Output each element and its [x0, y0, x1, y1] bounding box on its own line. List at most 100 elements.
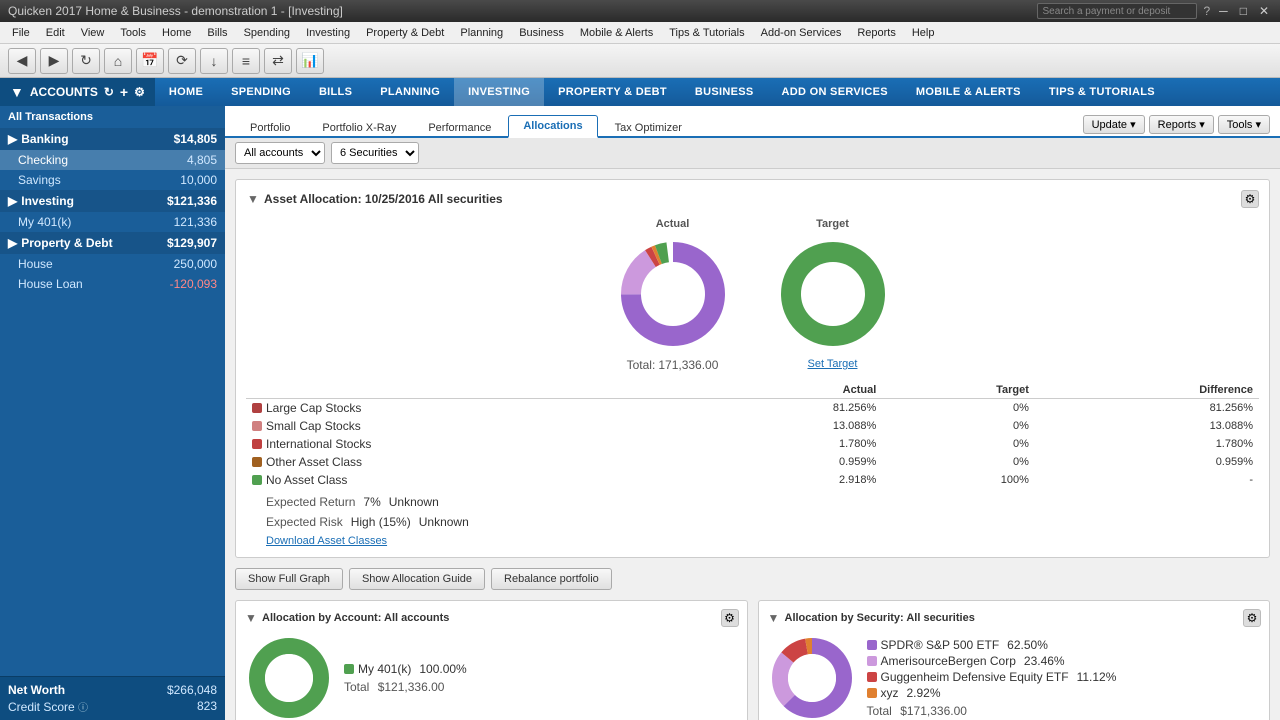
menu-tools[interactable]: Tools [112, 22, 154, 44]
tab-portfolio-xray[interactable]: Portfolio X-Ray [307, 117, 411, 138]
nav-accounts-add[interactable]: + [120, 84, 128, 100]
nav-home[interactable]: HOME [155, 78, 217, 106]
menu-tips[interactable]: Tips & Tutorials [661, 22, 752, 44]
sidebar-item-house-loan[interactable]: House Loan -120,093 [0, 274, 225, 294]
sidebar-item-401k[interactable]: My 401(k) 121,336 [0, 212, 225, 232]
main-layout: All Transactions ▶ Banking $14,805 Check… [0, 106, 1280, 720]
nav-planning[interactable]: PLANNING [366, 78, 454, 106]
home-button[interactable]: ⌂ [104, 48, 132, 74]
target-label: Target [816, 218, 849, 230]
show-allocation-guide-button[interactable]: Show Allocation Guide [349, 568, 485, 590]
menu-business[interactable]: Business [511, 22, 572, 44]
tools-button[interactable]: Tools ▾ [1218, 115, 1270, 134]
nav-accounts-gear[interactable]: ⚙ [134, 85, 145, 99]
menu-mobile-alerts[interactable]: Mobile & Alerts [572, 22, 661, 44]
account-filter-select[interactable]: All accounts [235, 142, 325, 164]
titlebar: Quicken 2017 Home & Business - demonstra… [0, 0, 1280, 22]
nav-spending[interactable]: SPENDING [217, 78, 305, 106]
calendar-button[interactable]: 📅 [136, 48, 164, 74]
section-title: Asset Allocation: 10/25/2016 All securit… [264, 192, 503, 206]
account-panel-gear[interactable]: ⚙ [721, 609, 739, 627]
menu-bills[interactable]: Bills [199, 22, 235, 44]
nav-tips[interactable]: TIPS & TUTORIALS [1035, 78, 1169, 106]
download-button[interactable]: ↓ [200, 48, 228, 74]
content-scroll[interactable]: ▼ Asset Allocation: 10/25/2016 All secur… [225, 169, 1280, 720]
investing-label: Investing [21, 194, 74, 208]
nav-bills[interactable]: BILLS [305, 78, 366, 106]
report-button[interactable]: 📊 [296, 48, 324, 74]
security-panel-collapse[interactable]: ▼ [767, 611, 781, 625]
nav-investing[interactable]: INVESTING [454, 78, 544, 106]
show-full-graph-button[interactable]: Show Full Graph [235, 568, 343, 590]
nav-property-debt[interactable]: PROPERTY & DEBT [544, 78, 681, 106]
row-name-cell: No Asset Class [246, 471, 694, 489]
account-panel-collapse[interactable]: ▼ [244, 611, 258, 625]
section-gear-icon[interactable]: ⚙ [1241, 190, 1259, 208]
asset-allocation-section: ▼ Asset Allocation: 10/25/2016 All secur… [235, 179, 1270, 558]
back-button[interactable]: ◀ [8, 48, 36, 74]
xyz-pct: 2.92% [907, 686, 941, 700]
401k-label: My 401(k) [18, 215, 71, 229]
credit-score-info-icon[interactable]: ⓘ [78, 703, 88, 714]
nav-mobile-alerts[interactable]: MOBILE & ALERTS [902, 78, 1035, 106]
credit-score-row: Credit Score ⓘ 823 [8, 698, 217, 715]
security-panel-gear[interactable]: ⚙ [1243, 609, 1261, 627]
sync-button[interactable]: ⟳ [168, 48, 196, 74]
titlebar-search[interactable]: Search a payment or deposit [1042, 6, 1170, 17]
sidebar-group-property-debt[interactable]: ▶ Property & Debt $129,907 [0, 232, 225, 254]
row-diff: 0.959% [1035, 453, 1259, 471]
sub-nav-right: Update ▾ Reports ▾ Tools ▾ [1083, 115, 1270, 134]
update-button[interactable]: Update ▾ [1083, 115, 1145, 134]
nav-accounts-label: ACCOUNTS [30, 85, 98, 99]
credit-score-label: Credit Score ⓘ [8, 699, 88, 714]
allocation-table: Actual Target Difference Large Cap Stock… [246, 382, 1259, 489]
sidebar-group-investing[interactable]: ▶ Investing $121,336 [0, 190, 225, 212]
sidebar-item-checking[interactable]: Checking 4,805 [0, 150, 225, 170]
actual-donut [613, 234, 733, 354]
row-actual: 81.256% [694, 399, 883, 418]
menu-investing[interactable]: Investing [298, 22, 358, 44]
menu-addon[interactable]: Add-on Services [753, 22, 850, 44]
house-loan-label: House Loan [18, 277, 83, 291]
nav-accounts-refresh[interactable]: ↻ [104, 85, 114, 99]
set-target-link[interactable]: Set Target [808, 358, 858, 370]
row-diff: 1.780% [1035, 435, 1259, 453]
maximize-button[interactable]: □ [1237, 4, 1250, 18]
menu-spending[interactable]: Spending [236, 22, 299, 44]
reports-button[interactable]: Reports ▾ [1149, 115, 1214, 134]
menu-property-debt[interactable]: Property & Debt [358, 22, 452, 44]
close-button[interactable]: ✕ [1256, 4, 1272, 18]
sidebar-group-banking[interactable]: ▶ Banking $14,805 [0, 128, 225, 150]
sidebar-footer: Net Worth $266,048 Credit Score ⓘ 823 [0, 676, 225, 720]
tab-tax-optimizer[interactable]: Tax Optimizer [600, 117, 697, 138]
forward-button[interactable]: ▶ [40, 48, 68, 74]
sidebar-item-savings[interactable]: Savings 10,000 [0, 170, 225, 190]
tab-performance[interactable]: Performance [413, 117, 506, 138]
transfer-button[interactable]: ⇄ [264, 48, 292, 74]
sidebar-all-transactions[interactable]: All Transactions [0, 106, 225, 128]
amerisource-label: AmerisourceBergen Corp [881, 654, 1016, 668]
section-collapse-icon[interactable]: ▼ [246, 192, 260, 206]
menu-help[interactable]: Help [904, 22, 943, 44]
nav-business[interactable]: BUSINESS [681, 78, 768, 106]
nav-addon-services[interactable]: ADD ON SERVICES [768, 78, 902, 106]
tab-portfolio[interactable]: Portfolio [235, 117, 305, 138]
security-filter-select[interactable]: 6 Securities [331, 142, 419, 164]
refresh-button[interactable]: ↻ [72, 48, 100, 74]
rebalance-portfolio-button[interactable]: Rebalance portfolio [491, 568, 612, 590]
row-name-cell: Large Cap Stocks [246, 399, 694, 417]
menu-reports[interactable]: Reports [849, 22, 904, 44]
register-button[interactable]: ≡ [232, 48, 260, 74]
menu-file[interactable]: File [4, 22, 38, 44]
sidebar-item-house[interactable]: House 250,000 [0, 254, 225, 274]
tab-allocations[interactable]: Allocations [508, 115, 597, 138]
download-asset-classes-link[interactable]: Download Asset Classes [266, 535, 1259, 547]
help-icon[interactable]: ? [1203, 4, 1210, 18]
expected-risk-actual: High (15%) [351, 515, 411, 529]
menu-planning[interactable]: Planning [452, 22, 511, 44]
menu-home[interactable]: Home [154, 22, 199, 44]
minimize-button[interactable]: ─ [1216, 4, 1231, 18]
menu-edit[interactable]: Edit [38, 22, 73, 44]
menu-view[interactable]: View [73, 22, 113, 44]
titlebar-title: Quicken 2017 Home & Business - demonstra… [8, 4, 343, 18]
